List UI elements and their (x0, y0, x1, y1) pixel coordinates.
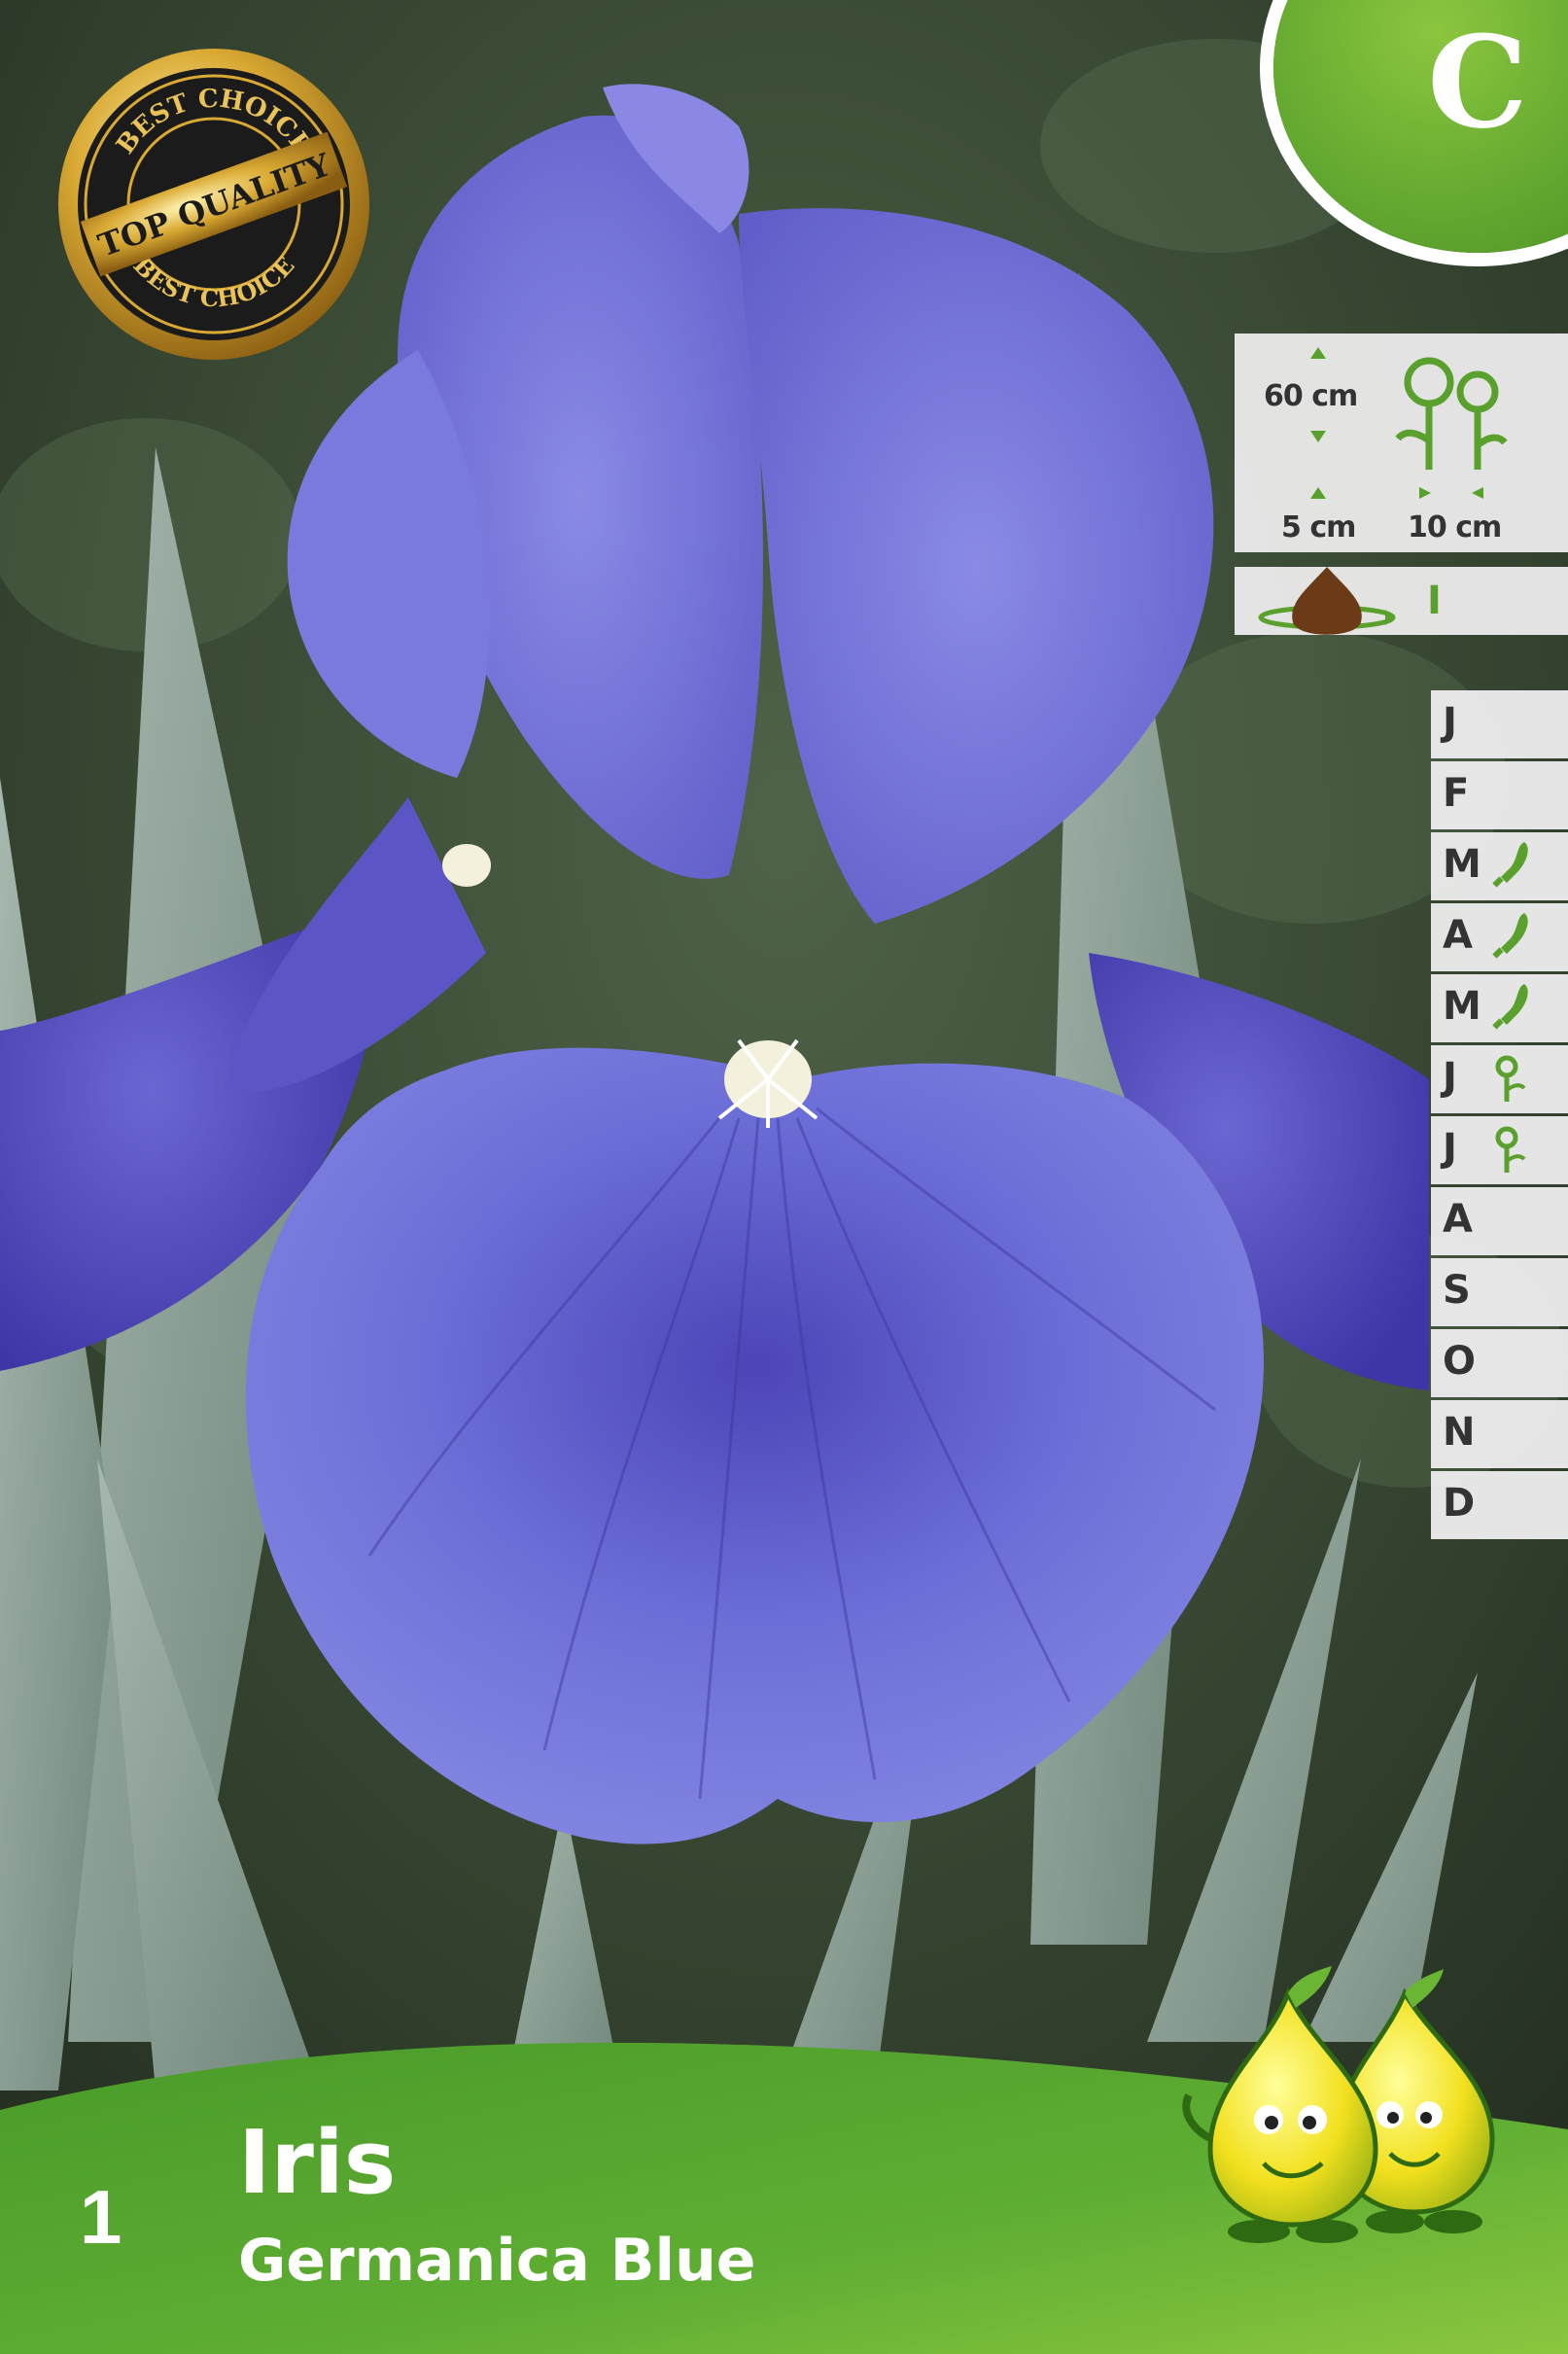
month-row: N (1431, 1400, 1568, 1468)
depth-value: 5 cm (1281, 510, 1356, 545)
month-row: M (1431, 974, 1568, 1042)
month-letter: F (1443, 771, 1470, 816)
spacing-arrow-left-icon (1472, 487, 1483, 499)
month-letter: A (1443, 1197, 1473, 1242)
height-value: 60 cm (1264, 379, 1358, 413)
month-row: D (1431, 1471, 1568, 1539)
category-letter: C (1427, 8, 1528, 157)
height-arrow-down-icon (1310, 431, 1326, 442)
month-row: J (1431, 690, 1568, 758)
month-letter: O (1443, 1339, 1477, 1384)
month-letter: S (1443, 1268, 1471, 1313)
quality-seal: BEST CHOICE BEST CHOICE TOP QUALITY (58, 49, 369, 360)
month-letter: M (1443, 984, 1481, 1029)
month-row: A (1431, 1187, 1568, 1255)
plant-icon (1395, 357, 1508, 470)
product-name: Iris (238, 2112, 397, 2214)
month-calendar: J F M A M J J A S O N D (1431, 690, 1568, 1542)
quantity: 1 (80, 2174, 122, 2260)
month-row: J (1431, 1045, 1568, 1113)
flower-icon (1495, 1126, 1526, 1173)
month-row: F (1431, 761, 1568, 829)
month-letter: J (1443, 700, 1457, 745)
month-row: J (1431, 1116, 1568, 1184)
product-label: C BEST CHOICE BEST CHOICE TOP QUALITY (0, 0, 1568, 2354)
month-letter: A (1443, 913, 1473, 958)
month-row: S (1431, 1258, 1568, 1326)
spacing-arrow-right-icon (1419, 487, 1431, 499)
trowel-icon (1492, 984, 1528, 1030)
depth-arrow-icon (1310, 487, 1326, 499)
month-letter: N (1443, 1410, 1476, 1455)
flower-icon (1495, 1055, 1526, 1102)
month-row: A (1431, 903, 1568, 971)
month-letter: M (1443, 842, 1481, 887)
trowel-icon (1492, 842, 1528, 888)
planting-marker: I (1427, 579, 1442, 623)
month-row: M (1431, 832, 1568, 900)
bulb-mascots (1182, 1966, 1495, 2243)
trowel-icon (1492, 913, 1528, 959)
month-letter: J (1443, 1126, 1457, 1171)
month-letter: D (1443, 1481, 1476, 1526)
month-letter: J (1443, 1055, 1457, 1100)
product-variety: Germanica Blue (238, 2227, 756, 2295)
month-row: O (1431, 1329, 1568, 1397)
height-arrow-up-icon (1310, 347, 1326, 359)
mascot-left (1182, 1966, 1378, 2243)
bulb-icon (1258, 567, 1396, 635)
spacing-value: 10 cm (1408, 510, 1502, 545)
